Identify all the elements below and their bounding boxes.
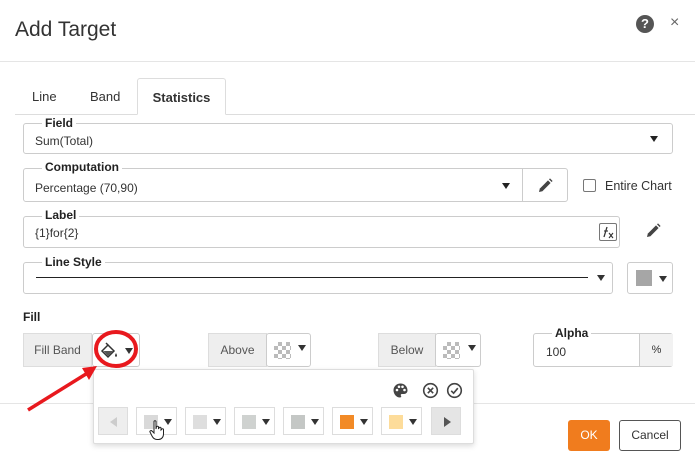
below-label: Below [378, 333, 436, 367]
paint-bucket-icon [99, 341, 119, 361]
fill-heading: Fill [23, 310, 41, 324]
palette-prev-button[interactable] [98, 407, 128, 435]
fill-band-label: Fill Band [23, 333, 92, 367]
above-label: Above [208, 333, 267, 367]
tab-strip-divider [15, 114, 695, 115]
line-style-label: Line Style [42, 256, 105, 268]
chevron-down-icon [597, 275, 605, 281]
palette-next-button[interactable] [431, 407, 461, 435]
palette-icon[interactable] [392, 382, 409, 399]
palette-swatch[interactable] [234, 407, 275, 435]
header-divider [0, 61, 695, 62]
chevron-down-icon [311, 419, 319, 425]
computation-divider [522, 169, 523, 201]
help-icon[interactable]: ? [636, 15, 654, 33]
dialog-title: Add Target [15, 18, 117, 41]
chevron-down-icon [468, 345, 476, 351]
entire-chart-checkbox[interactable] [583, 179, 596, 192]
chevron-right-icon [444, 417, 451, 427]
line-style-preview [36, 277, 588, 278]
line-color-picker[interactable] [627, 262, 673, 294]
edit-pencil-icon[interactable] [536, 177, 556, 195]
chevron-down-icon [213, 419, 221, 425]
chevron-down-icon [125, 348, 133, 354]
label-field-label: Label [42, 209, 80, 221]
chevron-down-icon [659, 276, 667, 282]
swatch-color [193, 415, 207, 429]
computation-label: Computation [42, 161, 122, 173]
tab-band[interactable]: Band [74, 78, 136, 115]
confirm-circle-icon[interactable] [446, 382, 463, 399]
chevron-left-icon [110, 417, 117, 427]
swatch-color [340, 415, 354, 429]
annotation-arrow-line [27, 372, 87, 412]
ok-button[interactable]: OK [568, 420, 610, 451]
above-color-picker[interactable] [266, 333, 311, 367]
palette-swatch[interactable] [381, 407, 422, 435]
alpha-unit: % [639, 334, 673, 366]
palette-swatch[interactable] [185, 407, 226, 435]
swatch-color [389, 415, 403, 429]
cancel-button[interactable]: Cancel [619, 420, 681, 451]
label-input-value: {1}for{2} [35, 226, 79, 240]
palette-swatch[interactable] [283, 407, 324, 435]
field-select[interactable]: Sum(Total) [23, 123, 673, 154]
tab-statistics[interactable]: Statistics [137, 78, 226, 115]
field-select-value: Sum(Total) [35, 134, 94, 148]
alpha-value: 100 [546, 345, 567, 359]
hand-cursor-icon [148, 419, 168, 441]
chevron-down-icon [262, 419, 270, 425]
chevron-down-icon [409, 419, 417, 425]
chevron-down-icon [360, 419, 368, 425]
transparent-swatch [443, 342, 460, 359]
below-color-picker[interactable] [435, 333, 481, 367]
clear-circle-icon[interactable] [422, 382, 439, 399]
line-style-select[interactable] [23, 262, 613, 294]
chevron-down-icon [502, 183, 510, 189]
swatch-color [291, 415, 305, 429]
fill-band-color-picker[interactable] [92, 333, 140, 367]
chevron-down-icon [298, 345, 306, 351]
alpha-label: Alpha [552, 327, 592, 339]
tab-line[interactable]: Line [16, 78, 73, 115]
line-color-swatch [636, 270, 652, 286]
swatch-color [242, 415, 256, 429]
close-icon[interactable]: × [670, 13, 679, 33]
entire-chart-label: Entire Chart [605, 179, 672, 193]
transparent-swatch [274, 342, 291, 359]
edit-pencil-icon[interactable] [644, 222, 664, 240]
palette-swatch[interactable] [332, 407, 373, 435]
computation-select-value: Percentage (70,90) [35, 181, 138, 195]
chevron-down-icon [650, 136, 658, 142]
formula-fx-icon[interactable] [599, 223, 617, 241]
field-label: Field [42, 117, 77, 129]
label-input[interactable]: {1}for{2} [23, 216, 620, 248]
